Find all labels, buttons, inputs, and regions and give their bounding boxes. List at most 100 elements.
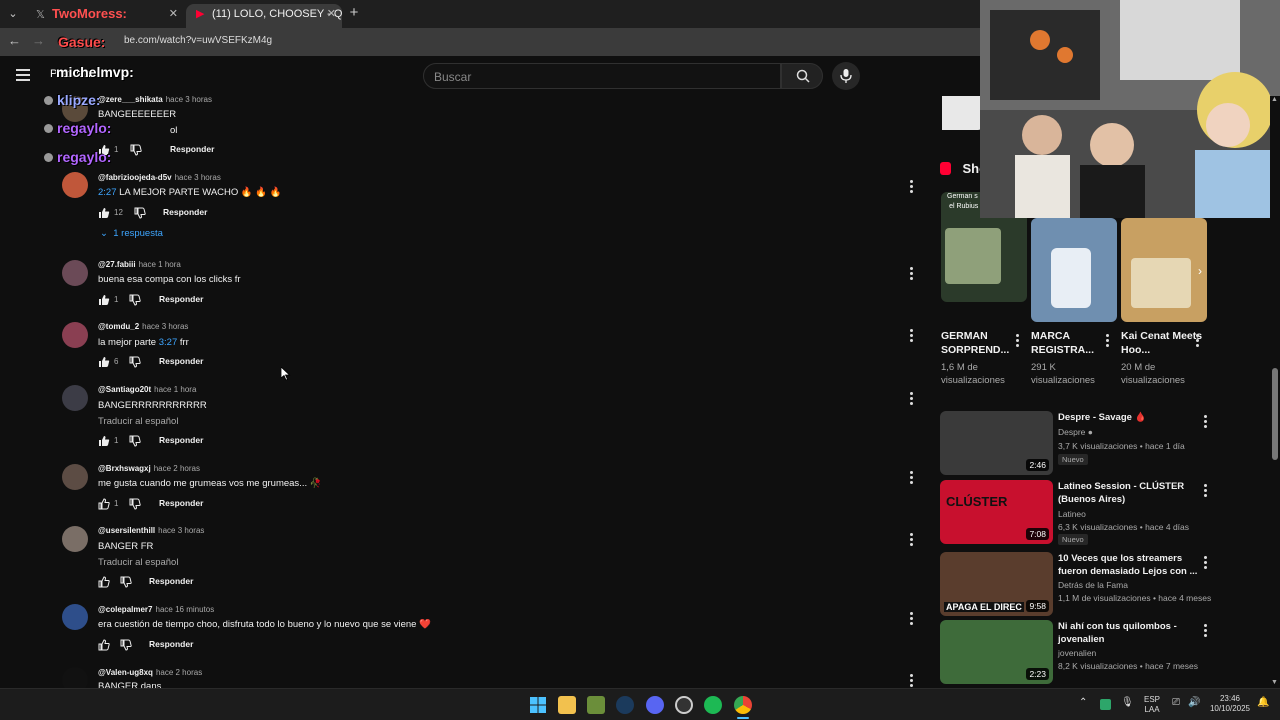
channel-name[interactable]: Despre ● (1058, 427, 1093, 437)
video-title[interactable]: Despre - Savage 🩸 (1058, 411, 1198, 424)
comment-author[interactable]: @fabrizioojeda-d5v (98, 173, 172, 182)
dislike-icon[interactable] (130, 144, 142, 156)
recommended-video[interactable]: APAGA EL DIREC 9:58 10 Veces que los str… (940, 552, 1220, 616)
steam-icon[interactable] (616, 696, 634, 714)
show-replies-button[interactable]: ⌄ 1 respuesta (100, 228, 163, 239)
scroll-up-icon[interactable]: ▲ (1271, 96, 1278, 103)
reply-button[interactable]: Responder (163, 207, 207, 217)
like-icon[interactable] (98, 498, 110, 510)
comment-more-icon[interactable] (907, 180, 915, 194)
windows-start-icon[interactable] (529, 696, 547, 714)
browser-tab-x[interactable]: 𝕏 TwoMoress: ✕ (26, 4, 184, 28)
dislike-icon[interactable] (129, 294, 141, 306)
comment-author[interactable]: @usersilenthill (98, 526, 155, 535)
input-language[interactable]: ESP LAA (1140, 695, 1164, 715)
translate-link[interactable]: Traducir al español (98, 416, 178, 427)
short-title[interactable]: GERMAN SORPREND... (941, 329, 1023, 357)
short-card[interactable] (1121, 218, 1207, 322)
avatar[interactable] (62, 322, 88, 348)
avatar[interactable] (62, 526, 88, 552)
dislike-icon[interactable] (129, 498, 141, 510)
microphone-tray-icon[interactable]: 🎙 (1121, 697, 1134, 708)
avatar[interactable] (62, 604, 88, 630)
comment-more-icon[interactable] (907, 612, 915, 626)
video-thumbnail[interactable]: CLÚSTER 7:08 (940, 480, 1053, 544)
file-explorer-icon[interactable] (558, 696, 576, 714)
like-icon[interactable] (98, 294, 110, 306)
comment-author[interactable]: @zere___shikata (98, 95, 163, 104)
reply-button[interactable]: Responder (159, 498, 203, 508)
timestamp-link[interactable]: 2:27 (98, 187, 117, 198)
comment-time[interactable]: hace 3 horas (142, 322, 188, 331)
video-more-icon[interactable] (1202, 484, 1208, 497)
dislike-icon[interactable] (129, 435, 141, 447)
avatar[interactable] (62, 260, 88, 286)
translate-link[interactable]: Traducir al español (98, 557, 178, 568)
video-title[interactable]: Latineo Session - CLÚSTER (Buenos Aires) (1058, 480, 1198, 506)
tab-list-button[interactable]: ⌄ (4, 5, 22, 23)
comment-more-icon[interactable] (907, 392, 915, 406)
search-input[interactable]: Buscar (423, 63, 781, 89)
comment-author[interactable]: @colepalmer7 (98, 605, 153, 614)
close-tab-icon[interactable]: ✕ (169, 4, 178, 24)
short-title[interactable]: MARCA REGISTRA... (1031, 329, 1113, 357)
comment-time[interactable]: hace 1 hora (139, 260, 181, 269)
short-more-icon[interactable] (1014, 334, 1020, 347)
discord-icon[interactable] (646, 696, 664, 714)
previous-video-thumbnail[interactable] (942, 96, 982, 130)
video-thumbnail[interactable]: APAGA EL DIREC 9:58 (940, 552, 1053, 616)
recommended-video[interactable]: 2:46 Despre - Savage 🩸 Despre ● 3,7 K vi… (940, 411, 1220, 475)
avatar[interactable] (62, 464, 88, 490)
comment-more-icon[interactable] (907, 267, 915, 281)
reply-button[interactable]: Responder (170, 144, 214, 154)
comment-author[interactable]: @27.fabiii (98, 260, 136, 269)
volume-icon[interactable]: 🔊 (1188, 697, 1200, 708)
avatar[interactable] (62, 172, 88, 198)
comment-more-icon[interactable] (907, 329, 915, 343)
video-more-icon[interactable] (1202, 415, 1208, 428)
reply-button[interactable]: Responder (149, 576, 193, 586)
comment-author[interactable]: @Santiago20t (98, 385, 151, 394)
comment-time[interactable]: hace 3 horas (158, 526, 204, 535)
spotify-icon[interactable] (704, 696, 722, 714)
security-icon[interactable] (1100, 699, 1111, 710)
comment-time[interactable]: hace 2 horas (156, 668, 202, 677)
network-icon[interactable]: ⎚ (1172, 697, 1180, 708)
close-tab-icon[interactable]: ✕ (327, 4, 336, 24)
scroll-down-icon[interactable]: ▼ (1271, 679, 1278, 686)
video-more-icon[interactable] (1202, 624, 1208, 637)
video-thumbnail[interactable]: 2:23 (940, 620, 1053, 684)
dislike-icon[interactable] (134, 207, 146, 219)
forward-arrow-icon[interactable]: → (32, 33, 45, 48)
page-scrollbar[interactable]: ▲ ▼ (1270, 96, 1280, 688)
menu-icon[interactable] (16, 69, 30, 81)
short-more-icon[interactable] (1194, 334, 1200, 347)
tray-overflow-icon[interactable]: ⌃ (1079, 697, 1087, 708)
obs-icon[interactable] (675, 696, 693, 714)
timestamp-link[interactable]: 3:27 (159, 337, 178, 348)
dislike-icon[interactable] (120, 639, 132, 651)
comment-more-icon[interactable] (907, 471, 915, 485)
recommended-video[interactable]: CLÚSTER 7:08 Latineo Session - CLÚSTER (… (940, 480, 1220, 545)
comment-time[interactable]: hace 1 hora (154, 385, 196, 394)
recommended-video[interactable]: 2:23 Ni ahí con tus quilombos - jovenali… (940, 620, 1220, 684)
new-tab-button[interactable]: + (346, 5, 362, 23)
comment-more-icon[interactable] (907, 533, 915, 547)
short-more-icon[interactable] (1104, 334, 1110, 347)
reply-button[interactable]: Responder (159, 435, 203, 445)
notifications-icon[interactable]: 🔔 (1257, 697, 1269, 708)
short-card[interactable] (1031, 218, 1117, 322)
comment-time[interactable]: hace 3 horas (166, 95, 212, 104)
url-field[interactable]: be.com/watch?v=uwVSEFKzM4g (124, 35, 272, 46)
search-button[interactable] (781, 63, 823, 89)
chrome-icon[interactable] (734, 696, 752, 714)
minecraft-icon[interactable] (587, 696, 605, 714)
short-title[interactable]: Kai Cenat Meets Hoo... (1121, 329, 1203, 357)
reply-button[interactable]: Responder (149, 639, 193, 649)
comment-author[interactable]: @Valen-ug8xq (98, 668, 153, 677)
video-thumbnail[interactable]: 2:46 (940, 411, 1053, 475)
like-icon[interactable] (98, 435, 110, 447)
comment-time[interactable]: hace 16 minutos (156, 605, 215, 614)
channel-name[interactable]: Detrás de la Fama (1058, 580, 1128, 590)
next-arrow-icon[interactable]: › (1198, 264, 1202, 278)
